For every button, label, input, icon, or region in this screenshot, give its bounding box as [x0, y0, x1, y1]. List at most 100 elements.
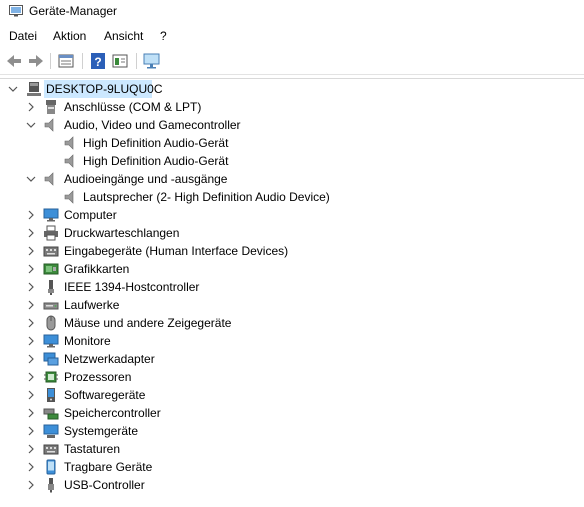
chevron-right-icon[interactable] — [26, 318, 36, 328]
chevron-right-icon[interactable] — [26, 390, 36, 400]
category-label: Anschlüsse (COM & LPT) — [64, 100, 202, 114]
tree-category[interactable]: Grafikkarten — [0, 260, 584, 278]
category-label: Tastaturen — [64, 442, 121, 456]
toolbar-separator — [136, 53, 137, 69]
monitor-icon — [43, 334, 59, 348]
title-bar: Geräte-Manager — [0, 0, 584, 24]
speaker-icon — [64, 154, 74, 168]
processor-icon — [44, 371, 58, 383]
chevron-right-icon[interactable] — [26, 354, 36, 364]
forward-icon[interactable] — [26, 51, 46, 71]
keyboard-icon — [43, 444, 59, 455]
menu-help[interactable]: ? — [160, 29, 167, 43]
tree-root[interactable]: DESKTOP-9LUQU0C — [0, 80, 584, 98]
toolbar: ? — [0, 48, 584, 75]
category-label: Netzwerkadapter — [64, 352, 155, 366]
menu-aktion[interactable]: Aktion — [53, 29, 86, 43]
chevron-right-icon[interactable] — [26, 426, 36, 436]
device-label: Lautsprecher (2- High Definition Audio D… — [83, 190, 330, 204]
category-label: Eingabegeräte (Human Interface Devices) — [64, 244, 289, 258]
category-label: Audio, Video und Gamecontroller — [64, 118, 241, 132]
tree-category[interactable]: IEEE 1394-Hostcontroller — [0, 278, 584, 296]
menu-datei[interactable]: Datei — [9, 29, 37, 43]
speaker-icon — [44, 118, 54, 132]
tree-device[interactable]: Lautsprecher (2- High Definition Audio D… — [0, 188, 584, 206]
svg-text:?: ? — [94, 55, 101, 69]
device-manager-icon — [9, 5, 23, 17]
back-icon[interactable] — [4, 51, 24, 71]
network-icon — [43, 352, 59, 366]
window-title: Geräte-Manager — [29, 4, 118, 18]
tree-category[interactable]: Laufwerke — [0, 296, 584, 314]
tree-category[interactable]: Anschlüsse (COM & LPT) — [0, 98, 584, 116]
properties-icon[interactable] — [56, 51, 76, 71]
chevron-right-icon[interactable] — [26, 264, 36, 274]
chevron-down-icon[interactable] — [26, 120, 36, 130]
tree-category[interactable]: Netzwerkadapter — [0, 350, 584, 368]
category-label: Softwaregeräte — [64, 388, 146, 402]
speaker-icon — [64, 190, 74, 204]
category-label: Monitore — [64, 334, 111, 348]
monitor-scan-icon[interactable] — [142, 51, 162, 71]
chevron-right-icon[interactable] — [26, 210, 36, 220]
software-device-icon — [47, 388, 55, 402]
menu-ansicht[interactable]: Ansicht — [104, 29, 143, 43]
tree-device[interactable]: High Definition Audio-Gerät — [0, 134, 584, 152]
chevron-right-icon[interactable] — [26, 282, 36, 292]
tree-category[interactable]: USB-Controller — [0, 476, 584, 494]
usb-icon — [48, 478, 54, 493]
toolbar-separator — [82, 53, 83, 69]
printer-icon — [44, 225, 58, 241]
chevron-right-icon[interactable] — [26, 300, 36, 310]
category-label: Systemgeräte — [64, 424, 139, 438]
mouse-icon — [46, 315, 56, 331]
speaker-icon — [64, 136, 74, 150]
tree-category[interactable]: Monitore — [0, 332, 584, 350]
chevron-right-icon[interactable] — [26, 228, 36, 238]
category-label: Prozessoren — [64, 370, 132, 384]
tree-category[interactable]: Speichercontroller — [0, 404, 584, 422]
category-label: IEEE 1394-Hostcontroller — [64, 280, 200, 294]
portable-device-icon — [46, 459, 56, 475]
drive-icon — [43, 302, 59, 310]
chevron-down-icon[interactable] — [26, 174, 36, 184]
category-label: Mäuse und andere Zeigegeräte — [64, 316, 232, 330]
chevron-right-icon[interactable] — [26, 246, 36, 256]
keyboard-icon — [43, 246, 59, 257]
firewire-icon — [48, 280, 54, 295]
chevron-right-icon[interactable] — [26, 462, 36, 472]
tree-category[interactable]: Tastaturen — [0, 440, 584, 458]
port-icon — [46, 100, 56, 114]
device-tree: DESKTOP-9LUQU0C Anschlüsse (COM & LPT) Au… — [0, 78, 584, 507]
chevron-right-icon[interactable] — [26, 372, 36, 382]
tree-device[interactable]: High Definition Audio-Gerät — [0, 152, 584, 170]
chevron-right-icon[interactable] — [26, 480, 36, 490]
chevron-down-icon[interactable] — [8, 84, 18, 94]
computer-icon — [43, 208, 59, 222]
tree-category[interactable]: Druckwarteschlangen — [0, 224, 584, 242]
computer-icon — [27, 82, 41, 96]
category-label: Computer — [64, 208, 117, 222]
menu-bar: Datei Aktion Ansicht ? — [0, 26, 584, 46]
device-label: High Definition Audio-Gerät — [83, 136, 229, 150]
view-icon[interactable] — [110, 51, 130, 71]
chevron-right-icon[interactable] — [26, 336, 36, 346]
toolbar-separator — [50, 53, 51, 69]
tree-category[interactable]: Audioeingänge und -ausgänge — [0, 170, 584, 188]
tree-category[interactable]: Systemgeräte — [0, 422, 584, 440]
system-device-icon — [43, 424, 59, 438]
chevron-right-icon[interactable] — [26, 102, 36, 112]
tree-category[interactable]: Eingabegeräte (Human Interface Devices) — [0, 242, 584, 260]
tree-category[interactable]: Audio, Video und Gamecontroller — [0, 116, 584, 134]
tree-category[interactable]: Computer — [0, 206, 584, 224]
tree-category[interactable]: Softwaregeräte — [0, 386, 584, 404]
tree-category[interactable]: Prozessoren — [0, 368, 584, 386]
tree-category[interactable]: Mäuse und andere Zeigegeräte — [0, 314, 584, 332]
chevron-right-icon[interactable] — [26, 408, 36, 418]
category-label: Tragbare Geräte — [64, 460, 153, 474]
category-label: Druckwarteschlangen — [64, 226, 180, 240]
chevron-right-icon[interactable] — [26, 444, 36, 454]
category-label: Speichercontroller — [64, 406, 161, 420]
help-icon[interactable]: ? — [88, 51, 108, 71]
tree-category[interactable]: Tragbare Geräte — [0, 458, 584, 476]
